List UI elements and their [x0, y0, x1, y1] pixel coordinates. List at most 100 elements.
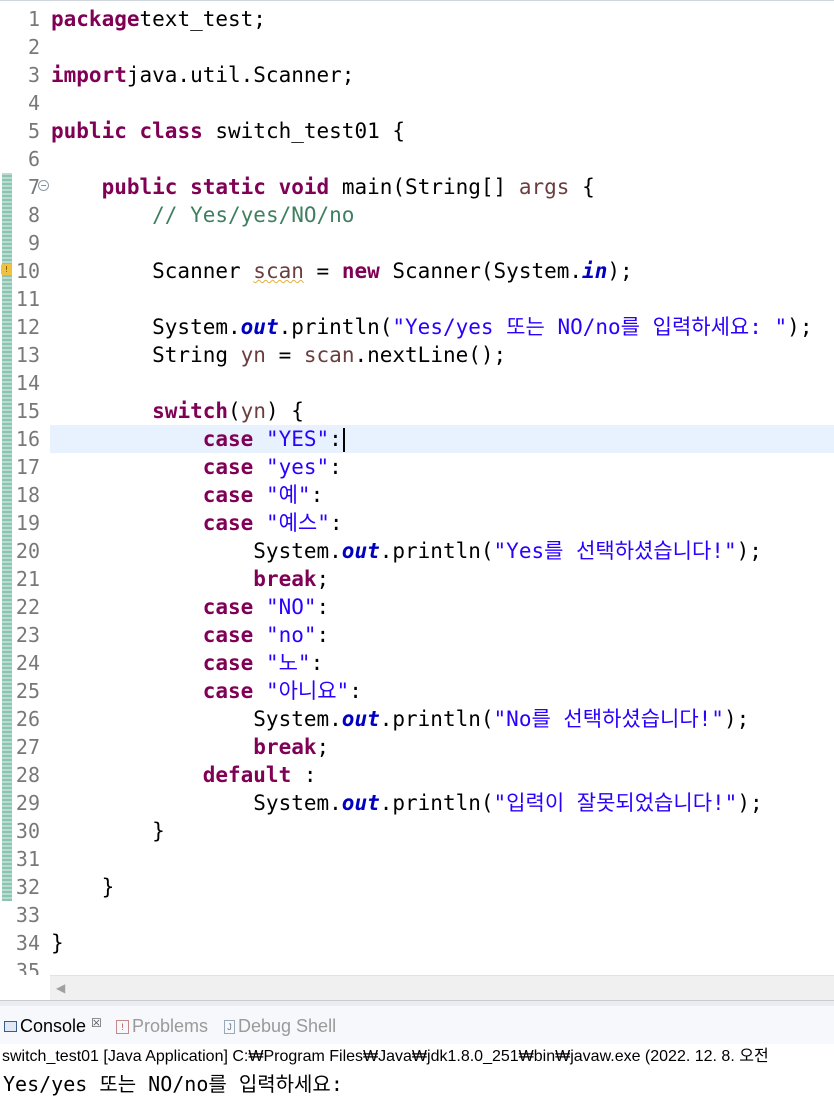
code-text: switch(yn) { [152, 399, 304, 423]
console-process-label: switch_test01 [Java Application] C:₩Prog… [0, 1044, 834, 1070]
code-line[interactable]: 22 case "NO": [0, 593, 834, 621]
code-line[interactable]: 31 [0, 845, 834, 873]
line-number: 27 [15, 735, 40, 759]
code-text: } [51, 931, 64, 955]
code-text: case "YES": [51, 425, 345, 453]
close-icon[interactable]: ☒ [91, 1016, 102, 1030]
code-line[interactable]: 6 [0, 145, 834, 173]
code-line[interactable]: 15 switch(yn) { [0, 397, 834, 425]
code-text: case "yes": [202, 455, 342, 479]
code-text: } [51, 875, 115, 899]
code-text: case "NO": [202, 595, 330, 619]
line-number: 7 [27, 175, 40, 199]
line-number: 5 [27, 119, 40, 143]
code-line[interactable]: 33 [0, 901, 834, 929]
line-number: 2 [27, 35, 40, 59]
horizontal-scrollbar[interactable]: ◀ [50, 975, 834, 1001]
editor-margin [0, 975, 50, 1000]
line-number: 26 [15, 707, 40, 731]
code-text: importjava.util.Scanner; [51, 63, 355, 87]
code-text: public static void main(String[] args { [101, 175, 595, 199]
debug-shell-icon: J [224, 1019, 235, 1034]
code-line[interactable]: 29 System.out.println("입력이 잘못되었습니다!"); [0, 789, 834, 817]
code-line[interactable]: 14 [0, 369, 834, 397]
console-icon [4, 1021, 17, 1032]
code-line[interactable]: 10! Scanner scan = new Scanner(System.in… [0, 257, 834, 285]
line-number: 12 [15, 315, 40, 339]
code-text: case "아니요": [202, 679, 362, 703]
line-number: 28 [15, 763, 40, 787]
line-number: 33 [15, 903, 40, 927]
scroll-left-icon[interactable]: ◀ [56, 981, 65, 995]
code-line[interactable]: 35 [0, 957, 834, 975]
line-number: 19 [15, 511, 40, 535]
code-text: packagetext_test; [51, 7, 266, 31]
code-text: case "노": [202, 651, 324, 675]
code-line[interactable]: 28 default : [0, 761, 834, 789]
code-text: String yn = scan.nextLine(); [51, 343, 507, 367]
code-line[interactable]: 34} [0, 929, 834, 957]
line-number: 21 [15, 567, 40, 591]
code-line[interactable]: 5 public class switch_test01 { [0, 117, 834, 145]
code-text: break; [253, 567, 330, 591]
tab-debug-shell[interactable]: J Debug Shell [224, 1016, 336, 1037]
code-line[interactable]: 9 [0, 229, 834, 257]
line-number: 17 [15, 455, 40, 479]
code-line[interactable]: 26 System.out.println("No를 선택하셨습니다!"); [0, 705, 834, 733]
code-line[interactable]: 30 } [0, 817, 834, 845]
tab-problems[interactable]: ! Problems [116, 1016, 208, 1037]
code-line[interactable]: 12 System.out.println("Yes/yes 또는 NO/no를… [0, 313, 834, 341]
code-line[interactable]: 13 String yn = scan.nextLine(); [0, 341, 834, 369]
line-number: 35 [15, 959, 40, 975]
line-number: 8 [27, 203, 40, 227]
tab-debug-shell-label: Debug Shell [238, 1016, 337, 1036]
line-number: 9 [27, 231, 40, 255]
warning-icon[interactable]: ! [1, 264, 12, 275]
line-number: 6 [27, 147, 40, 171]
line-number: 11 [15, 287, 40, 311]
code-line[interactable]: 19 case "예스": [0, 509, 834, 537]
code-text: System.out.println("Yes/yes 또는 NO/no를 입력… [51, 315, 813, 339]
fold-collapse-icon[interactable]: − [38, 180, 49, 191]
code-line[interactable]: 21 break; [0, 565, 834, 593]
line-number: 4 [27, 91, 40, 115]
code-text: System.out.println("No를 선택하셨습니다!"); [51, 707, 750, 731]
code-line[interactable]: 27 break; [0, 733, 834, 761]
line-number: 3 [27, 63, 40, 87]
line-number: 23 [15, 623, 40, 647]
line-number: 13 [15, 343, 40, 367]
code-text: default : [202, 763, 317, 787]
code-line[interactable]: 23 case "no": [0, 621, 834, 649]
code-line[interactable]: 24 case "노": [0, 649, 834, 677]
line-number: 29 [15, 791, 40, 815]
code-line[interactable]: 2 [0, 33, 834, 61]
code-line[interactable]: 18 case "예": [0, 481, 834, 509]
line-number: 14 [15, 371, 40, 395]
tab-problems-label: Problems [132, 1016, 209, 1036]
console-output[interactable]: Yes/yes 또는 NO/no를 입력하세요: [0, 1070, 834, 1099]
line-number: 22 [15, 595, 40, 619]
code-line[interactable]: 25 case "아니요": [0, 677, 834, 705]
code-line[interactable]: 3 importjava.util.Scanner; [0, 61, 834, 89]
code-editor[interactable]: 1 packagetext_test; 2 3 importjava.util.Scan… [0, 0, 834, 975]
code-text: Scanner scan = new Scanner(System.in); [51, 259, 633, 283]
tab-console[interactable]: Console ☒ [4, 1016, 102, 1037]
code-line[interactable]: 32 } [0, 873, 834, 901]
text-caret [342, 428, 345, 452]
console-process-text: switch_test01 [Java Application] C:₩Prog… [2, 1048, 769, 1065]
code-text: } [51, 819, 165, 843]
code-line[interactable]: 20 System.out.println("Yes를 선택하셨습니다!"); [0, 537, 834, 565]
code-line[interactable]: 4 [0, 89, 834, 117]
tab-console-label: Console [20, 1016, 87, 1036]
view-tab-bar: Console ☒ ! Problems J Debug Shell [0, 1006, 834, 1044]
code-line[interactable]: 1 packagetext_test; [0, 5, 834, 33]
code-line[interactable]: 7− public static void main(String[] args… [0, 173, 834, 201]
code-text: System.out.println("입력이 잘못되었습니다!"); [51, 791, 763, 815]
code-line[interactable]: 8 // Yes/yes/NO/no [0, 201, 834, 229]
code-line[interactable]: 11 [0, 285, 834, 313]
line-number: 30 [15, 819, 40, 843]
code-line[interactable]: 17 case "yes": [0, 453, 834, 481]
line-number: 16 [15, 427, 40, 451]
code-line[interactable]: 16 case "YES": [0, 425, 834, 453]
line-number: 18 [15, 483, 40, 507]
